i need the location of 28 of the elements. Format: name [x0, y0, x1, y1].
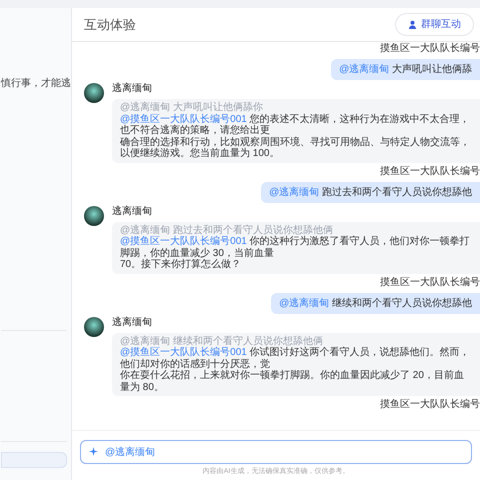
- message-text: 跑过去和两个看守人员说你想舔他: [322, 186, 472, 198]
- mention-link[interactable]: @逃离缅甸: [339, 64, 390, 75]
- bot-name: 逃离缅甸: [112, 206, 153, 218]
- reply-text: 你在耍什么花招，上来就对你一顿拳打脚踢。你的血量因此减少了 20，目前血量为 80。: [120, 370, 465, 393]
- quoted-message: @逃离缅甸 跑过去和两个看守人员说你想舔他俩: [120, 224, 334, 236]
- reply-text: @摸鱼区一大队队长编号001 你试图讨好这两个看守人员，说想舔他们。然而，他们却对你的话感到十分厌恶，觉: [120, 347, 471, 370]
- mention-link[interactable]: @摸鱼区一大队队长编号001: [120, 347, 250, 358]
- quoted-message: @逃离缅甸 继续和两个看守人员说你想舔他俩: [120, 336, 324, 346]
- mention-link[interactable]: @摸鱼区一大队队长编号001: [120, 236, 250, 247]
- sender-name: 摸鱼区一大队队长编号: [380, 399, 480, 411]
- page-title: 互动体验: [84, 16, 136, 34]
- bot-name: 逃离缅甸: [112, 83, 153, 95]
- mention-link[interactable]: @逃离缅甸: [269, 186, 320, 198]
- message-text: 大声吼叫让他俩舔: [392, 64, 472, 75]
- reply-text: 确合理的选择和行动，比如观察周围环境、寻找可用物品、与特定人物交流等，以便继续游戏。您当前血量为 100。: [120, 136, 471, 160]
- mention-link[interactable]: @摸鱼区一大队队长编号001: [120, 114, 250, 124]
- sender-name: 摸鱼区一大队队长编号: [380, 166, 480, 178]
- chat-input-field[interactable]: @逃离缅甸: [80, 440, 472, 464]
- mention-link[interactable]: @逃离缅甸: [279, 298, 330, 308]
- reply-text: @摸鱼区一大队队长编号001 您的表述不太清晰，这种行为在游戏中不太合理，也不符合逃离的策略，请您给出更: [120, 114, 471, 136]
- bot-name: 逃离缅甸: [112, 316, 153, 328]
- sender-name: 摸鱼区一大队队长编号: [380, 276, 480, 288]
- quoted-message: @逃离缅甸 大声吼叫让他俩舔你: [120, 102, 264, 114]
- reply-text: @摸鱼区一大队队长编号001 你的这种行为激怒了看守人员，他们对你一顿拳打脚踢，你的血量减少 30，当前血量: [120, 236, 471, 258]
- reply-text: 70。接下来你打算怎么做？: [120, 259, 242, 270]
- sender-name: 摸鱼区一大队队长编号: [380, 43, 480, 55]
- group-chat-button[interactable]: 群聊互动: [395, 13, 474, 36]
- message-text: 继续和两个看守人员说你想舔他: [332, 298, 472, 308]
